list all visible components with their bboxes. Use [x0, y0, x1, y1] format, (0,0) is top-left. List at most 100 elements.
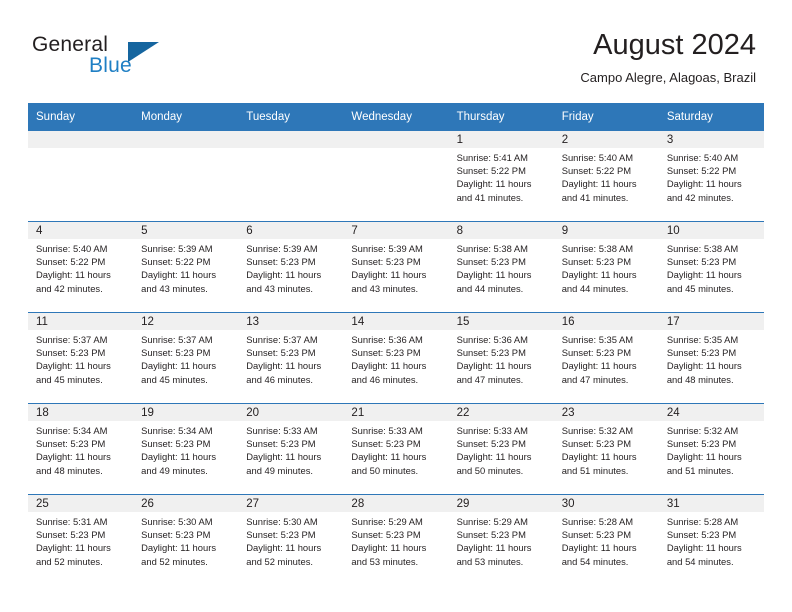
calendar-day-cell[interactable]: 11 Sunrise: 5:37 AM Sunset: 5:23 PM Dayligh…	[28, 312, 134, 404]
day-details: Sunrise: 5:36 AM Sunset: 5:23 PM Daylight:…	[343, 330, 448, 386]
calendar-day-cell[interactable]: 21 Sunrise: 5:33 AM Sunset: 5:23 PM Dayligh…	[343, 403, 449, 495]
calendar-day-cell[interactable]: 30 Sunrise: 5:28 AM Sunset: 5:23 PM Dayligh…	[553, 494, 659, 585]
calendar-day-cell[interactable]: 13 Sunrise: 5:37 AM Sunset: 5:23 PM Dayligh…	[238, 312, 344, 404]
daylight-text-cont: and 48 minutes.	[36, 464, 103, 476]
calendar-day-cell[interactable]: 1 Sunrise: 5:41 AM Sunset: 5:22 PM Daylight…	[448, 131, 554, 222]
calendar-day-cell[interactable]: 24 Sunrise: 5:32 AM Sunset: 5:23 PM Dayligh…	[658, 403, 764, 495]
calendar-day-cell[interactable]: 8 Sunrise: 5:38 AM Sunset: 5:23 PM Daylight…	[448, 221, 554, 313]
sunrise-text: Sunrise: 5:39 AM	[141, 243, 213, 254]
sunset-text: Sunset: 5:23 PM	[561, 347, 632, 359]
calendar-week-row: 18 Sunrise: 5:34 AM Sunset: 5:23 PM Dayligh…	[28, 403, 764, 495]
calendar-day-cell[interactable]: 20 Sunrise: 5:33 AM Sunset: 5:23 PM Dayligh…	[238, 403, 344, 495]
calendar-day-cell[interactable]: 18 Sunrise: 5:34 AM Sunset: 5:23 PM Dayligh…	[28, 403, 134, 495]
daylight-text-cont: and 54 minutes.	[561, 555, 629, 567]
sunset-text: Sunset: 5:23 PM	[141, 347, 211, 359]
calendar-day-cell[interactable]: 6 Sunrise: 5:39 AM Sunset: 5:23 PM Daylight…	[238, 221, 344, 313]
day-number: 25	[28, 495, 134, 512]
sunrise-text: Sunrise: 5:33 AM	[351, 425, 423, 436]
sunset-text: Sunset: 5:23 PM	[666, 438, 737, 450]
sunrise-text: Sunrise: 5:36 AM	[351, 334, 423, 345]
daylight-text-cont: and 42 minutes.	[666, 191, 734, 203]
calendar-day-cell[interactable]: 17 Sunrise: 5:35 AM Sunset: 5:23 PM Dayligh…	[658, 312, 764, 404]
daylight-text-cont: and 47 minutes.	[561, 373, 629, 385]
daylight-text-cont: and 53 minutes.	[351, 555, 419, 567]
calendar-table: Sunday Monday Tuesday Wednesday Thursday…	[28, 103, 764, 585]
title-block: August 2024 Campo Alegre, Alagoas, Brazi…	[580, 28, 756, 86]
calendar-day-cell[interactable]: 9 Sunrise: 5:38 AM Sunset: 5:23 PM Daylight…	[553, 221, 659, 313]
general-blue-logo[interactable]: General Blue	[32, 33, 212, 81]
daylight-text-cont: and 47 minutes.	[456, 373, 524, 385]
daylight-text-cont: and 43 minutes.	[246, 282, 313, 294]
calendar-day-cell[interactable]: 15 Sunrise: 5:36 AM Sunset: 5:23 PM Dayligh…	[448, 312, 554, 404]
daylight-text-cont: and 41 minutes.	[456, 191, 524, 203]
calendar-day-cell[interactable]: 26 Sunrise: 5:30 AM Sunset: 5:23 PM Dayligh…	[133, 494, 239, 585]
sunrise-text: Sunrise: 5:30 AM	[246, 516, 318, 527]
daylight-text: Daylight: 11 hours	[141, 269, 217, 281]
daylight-text: Daylight: 11 hours	[36, 542, 111, 554]
daylight-text: Daylight: 11 hours	[351, 360, 427, 372]
calendar-day-cell[interactable]: 29 Sunrise: 5:29 AM Sunset: 5:23 PM Dayligh…	[448, 494, 554, 585]
sunrise-text: Sunrise: 5:32 AM	[666, 425, 739, 436]
daylight-text-cont: and 48 minutes.	[666, 373, 734, 385]
calendar-week-row: 11 Sunrise: 5:37 AM Sunset: 5:23 PM Dayligh…	[28, 312, 764, 404]
sunset-text: Sunset: 5:22 PM	[456, 165, 526, 177]
daylight-text-cont: and 45 minutes.	[141, 373, 208, 385]
sunset-text: Sunset: 5:23 PM	[351, 256, 421, 268]
sunset-text: Sunset: 5:23 PM	[36, 529, 106, 541]
daylight-text-cont: and 44 minutes.	[561, 282, 629, 294]
calendar-day-cell[interactable]: 16 Sunrise: 5:35 AM Sunset: 5:23 PM Dayligh…	[553, 312, 659, 404]
daylight-text: Daylight: 11 hours	[456, 542, 532, 554]
calendar-day-cell[interactable]: 2 Sunrise: 5:40 AM Sunset: 5:22 PM Daylight…	[553, 131, 659, 222]
calendar-header-row: Sunday Monday Tuesday Wednesday Thursday…	[28, 103, 764, 131]
calendar-day-cell[interactable]: 19 Sunrise: 5:34 AM Sunset: 5:23 PM Dayligh…	[133, 403, 239, 495]
calendar-day-cell[interactable]: 23 Sunrise: 5:32 AM Sunset: 5:23 PM Dayligh…	[553, 403, 659, 495]
sunset-text: Sunset: 5:23 PM	[666, 256, 737, 268]
sunrise-text: Sunrise: 5:39 AM	[351, 243, 423, 254]
day-details: Sunrise: 5:30 AM Sunset: 5:23 PM Daylight:…	[133, 512, 238, 568]
calendar-day-cell[interactable]: 14 Sunrise: 5:36 AM Sunset: 5:23 PM Dayligh…	[343, 312, 449, 404]
day-details: Sunrise: 5:38 AM Sunset: 5:23 PM Daylight:…	[659, 239, 764, 295]
daylight-text-cont: and 45 minutes.	[36, 373, 103, 385]
calendar-day-cell[interactable]: 10 Sunrise: 5:38 AM Sunset: 5:23 PM Dayligh…	[658, 221, 764, 313]
day-number: 26	[133, 495, 239, 512]
calendar-day-cell[interactable]: 12 Sunrise: 5:37 AM Sunset: 5:23 PM Dayligh…	[133, 312, 239, 404]
calendar-day-cell[interactable]: 22 Sunrise: 5:33 AM Sunset: 5:23 PM Dayligh…	[448, 403, 554, 495]
day-number: 14	[343, 313, 449, 330]
day-details: Sunrise: 5:29 AM Sunset: 5:23 PM Daylight:…	[343, 512, 448, 568]
day-number	[343, 131, 449, 148]
sunrise-text: Sunrise: 5:40 AM	[36, 243, 108, 254]
daylight-text-cont: and 50 minutes.	[351, 464, 419, 476]
day-details: Sunrise: 5:35 AM Sunset: 5:23 PM Daylight:…	[554, 330, 659, 386]
sunset-text: Sunset: 5:23 PM	[456, 347, 526, 359]
daylight-text: Daylight: 11 hours	[666, 451, 742, 463]
sunrise-text: Sunrise: 5:39 AM	[246, 243, 318, 254]
day-details: Sunrise: 5:34 AM Sunset: 5:23 PM Daylight:…	[28, 421, 133, 477]
day-number: 16	[553, 313, 659, 330]
calendar-day-cell[interactable]: 27 Sunrise: 5:30 AM Sunset: 5:23 PM Dayligh…	[238, 494, 344, 585]
calendar-day-cell-empty	[28, 131, 134, 222]
day-number: 31	[658, 495, 764, 512]
calendar-day-cell[interactable]: 4 Sunrise: 5:40 AM Sunset: 5:22 PM Daylight…	[28, 221, 134, 313]
weekday-header-tuesday: Tuesday	[238, 103, 344, 131]
calendar-week-row: 1 Sunrise: 5:41 AM Sunset: 5:22 PM Daylight…	[28, 131, 764, 222]
sunset-text: Sunset: 5:22 PM	[666, 165, 737, 177]
sunset-text: Sunset: 5:23 PM	[246, 438, 316, 450]
calendar-day-cell[interactable]: 7 Sunrise: 5:39 AM Sunset: 5:23 PM Daylight…	[343, 221, 449, 313]
calendar-day-cell[interactable]: 25 Sunrise: 5:31 AM Sunset: 5:23 PM Dayligh…	[28, 494, 134, 585]
daylight-text: Daylight: 11 hours	[561, 360, 637, 372]
sunset-text: Sunset: 5:23 PM	[456, 529, 526, 541]
daylight-text-cont: and 42 minutes.	[36, 282, 103, 294]
calendar-day-cell[interactable]: 31 Sunrise: 5:28 AM Sunset: 5:23 PM Dayligh…	[658, 494, 764, 585]
sunrise-text: Sunrise: 5:35 AM	[666, 334, 739, 345]
sunset-text: Sunset: 5:23 PM	[36, 438, 106, 450]
day-details: Sunrise: 5:38 AM Sunset: 5:23 PM Daylight:…	[449, 239, 554, 295]
daylight-text-cont: and 43 minutes.	[141, 282, 208, 294]
sunset-text: Sunset: 5:23 PM	[246, 347, 316, 359]
daylight-text-cont: and 43 minutes.	[351, 282, 419, 294]
calendar-day-cell[interactable]: 3 Sunrise: 5:40 AM Sunset: 5:22 PM Daylight…	[658, 131, 764, 222]
daylight-text: Daylight: 11 hours	[141, 451, 217, 463]
calendar-day-cell[interactable]: 5 Sunrise: 5:39 AM Sunset: 5:22 PM Daylight…	[133, 221, 239, 313]
calendar-day-cell[interactable]: 28 Sunrise: 5:29 AM Sunset: 5:23 PM Dayligh…	[343, 494, 449, 585]
calendar-body: 1 Sunrise: 5:41 AM Sunset: 5:22 PM Daylight…	[28, 131, 764, 585]
daylight-text: Daylight: 11 hours	[561, 542, 637, 554]
